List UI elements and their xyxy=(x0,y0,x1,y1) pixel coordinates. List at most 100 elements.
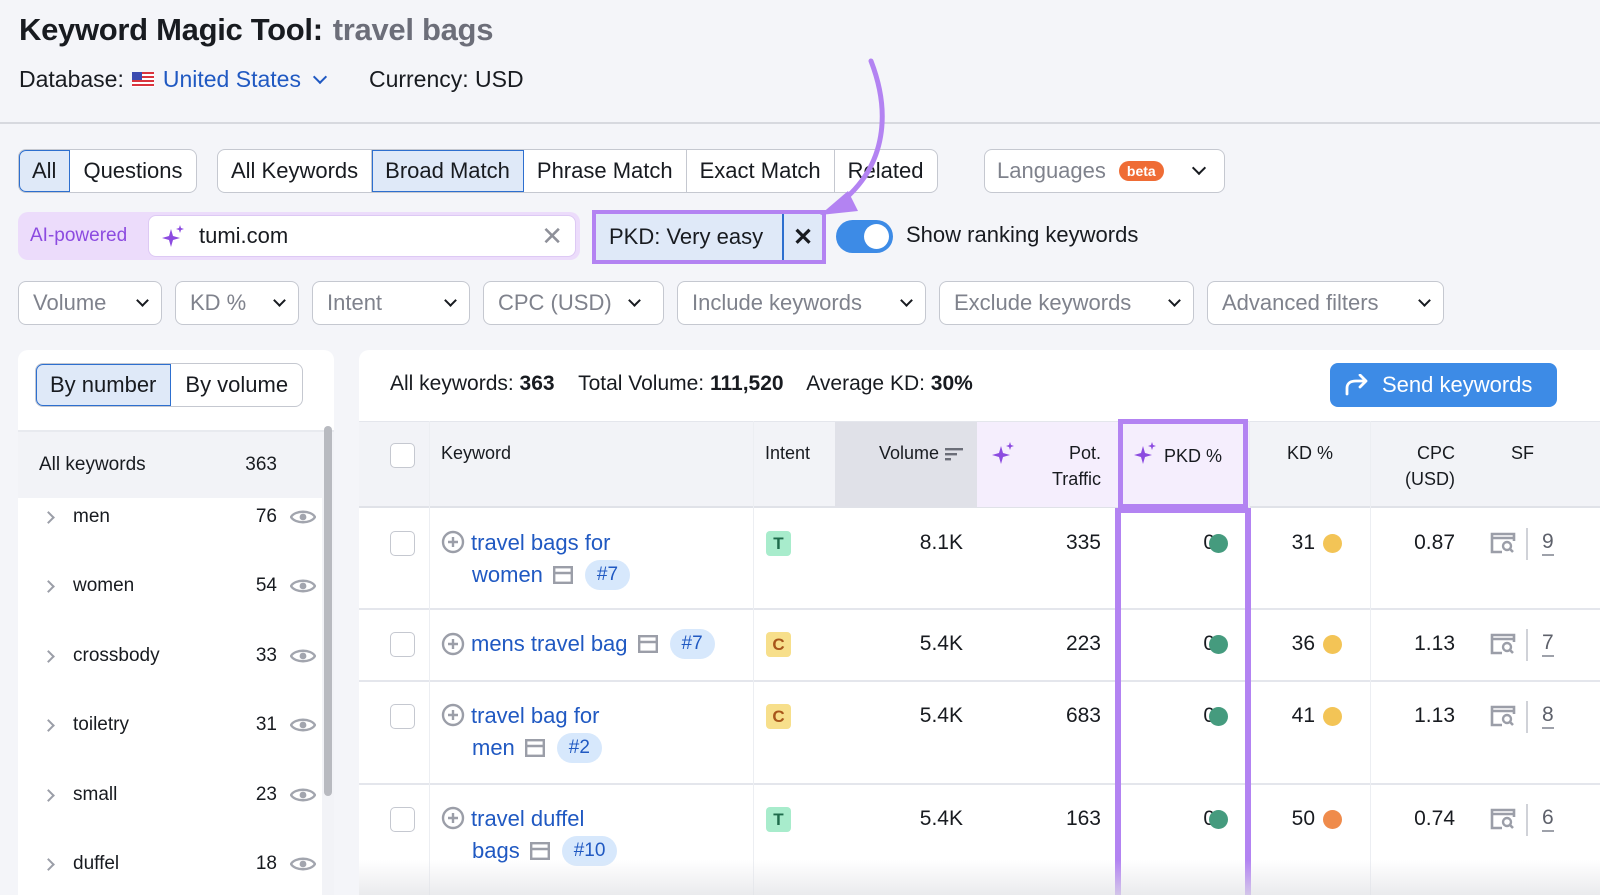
row-checkbox[interactable] xyxy=(390,704,415,729)
chevron-right-icon[interactable] xyxy=(42,510,55,524)
intent-badge: C xyxy=(766,632,791,657)
group-all-keywords[interactable]: All keywords 363 xyxy=(18,432,322,498)
show-ranking-label: Show ranking keywords xyxy=(906,222,1139,247)
add-circle-icon[interactable] xyxy=(441,632,465,656)
add-circle-icon[interactable] xyxy=(441,806,465,830)
group-name: women xyxy=(73,575,135,596)
filter-advanced[interactable]: Advanced filters xyxy=(1207,281,1444,325)
group-label: All keywords xyxy=(39,454,146,475)
tab-broad-match[interactable]: Broad Match xyxy=(372,150,524,192)
eye-icon[interactable] xyxy=(290,508,316,526)
chevron-right-icon[interactable] xyxy=(42,649,55,663)
by-volume-tab[interactable]: By volume xyxy=(171,364,302,406)
group-item[interactable]: small 23 xyxy=(18,775,322,815)
tab-all[interactable]: All xyxy=(19,150,71,192)
database-selector[interactable]: United States xyxy=(131,66,328,93)
sf-count[interactable]: 6 xyxy=(1542,806,1554,832)
col-kd[interactable]: KD % xyxy=(1249,422,1353,507)
chevron-down-icon xyxy=(900,293,913,307)
filter-include-keywords[interactable]: Include keywords xyxy=(677,281,926,325)
group-item[interactable]: toiletry 31 xyxy=(18,705,322,745)
intent-badge: T xyxy=(766,807,791,832)
filter-volume[interactable]: Volume xyxy=(18,281,162,325)
sf-count[interactable]: 9 xyxy=(1542,530,1554,556)
tab-all-keywords[interactable]: All Keywords xyxy=(218,150,373,192)
filter-intent[interactable]: Intent xyxy=(312,281,470,325)
send-keywords-button[interactable]: Send keywords xyxy=(1330,363,1557,407)
by-number-tab[interactable]: By number xyxy=(36,364,172,406)
scope-tabs: All Questions xyxy=(18,149,197,193)
domain-input[interactable]: tumi.com ✕ xyxy=(148,215,576,257)
summary-stats: All keywords: 363 Total Volume: 111,520 … xyxy=(390,372,973,396)
col-volume[interactable]: Volume xyxy=(835,422,977,507)
sf-count[interactable]: 8 xyxy=(1542,703,1554,729)
keyword-link[interactable]: travel bags for xyxy=(471,530,610,555)
keyword-link[interactable]: travel bag for xyxy=(471,703,599,728)
chevron-down-icon xyxy=(273,293,286,307)
chevron-right-icon[interactable] xyxy=(42,788,55,802)
tab-phrase-match[interactable]: Phrase Match xyxy=(524,150,687,192)
keyword-link[interactable]: men xyxy=(472,732,515,764)
col-intent[interactable]: Intent xyxy=(765,422,810,507)
keyword-link[interactable]: bags xyxy=(472,835,520,867)
group-item[interactable]: duffel 18 xyxy=(18,844,322,884)
group-name: duffel xyxy=(73,853,120,874)
sort-icon[interactable] xyxy=(945,447,963,461)
chevron-down-icon xyxy=(1168,293,1181,307)
group-count: 31 xyxy=(255,714,277,735)
languages-dropdown[interactable]: Languages beta xyxy=(984,149,1225,193)
serp-features-icon[interactable] xyxy=(1490,532,1516,554)
serp-icon[interactable] xyxy=(637,635,658,653)
pkd-filter-label[interactable]: PKD: Very easy xyxy=(596,214,784,260)
clear-icon[interactable]: ✕ xyxy=(541,223,563,249)
group-item[interactable]: men 76 xyxy=(18,497,322,537)
col-pot-traffic[interactable]: Pot. Traffic xyxy=(977,422,1115,507)
row-checkbox[interactable] xyxy=(390,632,415,657)
select-all-checkbox[interactable] xyxy=(390,443,415,468)
keyword-cell: travel bags for women #7 xyxy=(441,527,631,591)
keyword-link[interactable]: travel duffel xyxy=(471,806,584,831)
intent-badge: C xyxy=(766,704,791,729)
eye-icon[interactable] xyxy=(290,577,316,595)
currency-label: Currency: USD xyxy=(368,66,524,92)
filter-cpc[interactable]: CPC (USD) xyxy=(483,281,664,325)
all-keywords-value: 363 xyxy=(519,372,555,395)
groups-scrollbar-thumb[interactable] xyxy=(324,426,332,796)
send-keywords-label: Send keywords xyxy=(1382,372,1533,397)
chevron-right-icon[interactable] xyxy=(42,579,55,593)
row-checkbox[interactable] xyxy=(390,531,415,556)
col-cpc-line2: (USD) xyxy=(1405,469,1455,489)
chevron-right-icon[interactable] xyxy=(42,857,55,871)
filter-exclude-keywords[interactable]: Exclude keywords xyxy=(939,281,1194,325)
serp-features-icon[interactable] xyxy=(1490,705,1516,727)
serp-icon[interactable] xyxy=(552,566,573,584)
col-sf[interactable]: SF xyxy=(1511,422,1534,507)
chevron-down-icon xyxy=(136,293,149,307)
add-circle-icon[interactable] xyxy=(441,703,465,727)
average-kd-value: 30% xyxy=(930,372,973,395)
eye-icon[interactable] xyxy=(290,647,316,665)
kd-dot xyxy=(1323,635,1342,654)
group-item[interactable]: crossbody 33 xyxy=(18,636,322,676)
chevron-right-icon[interactable] xyxy=(42,718,55,732)
filter-label: Intent xyxy=(327,290,383,315)
add-circle-icon[interactable] xyxy=(441,530,465,554)
filter-kd[interactable]: KD % xyxy=(175,281,299,325)
sf-count[interactable]: 7 xyxy=(1542,631,1554,657)
group-name: small xyxy=(73,784,118,805)
col-keyword[interactable]: Keyword xyxy=(441,422,511,507)
eye-icon[interactable] xyxy=(290,855,316,873)
eye-icon[interactable] xyxy=(290,716,316,734)
serp-icon[interactable] xyxy=(524,739,545,757)
group-item[interactable]: women 54 xyxy=(18,566,322,606)
row-checkbox[interactable] xyxy=(390,807,415,832)
eye-icon[interactable] xyxy=(290,786,316,804)
database-row: Database: United States Currency: USD xyxy=(19,66,524,93)
serp-features-icon[interactable] xyxy=(1490,633,1516,655)
pot-traffic-value: 163 xyxy=(1065,807,1101,830)
keyword-link[interactable]: women xyxy=(472,559,543,591)
serp-icon[interactable] xyxy=(529,842,550,860)
keyword-link[interactable]: mens travel bag xyxy=(471,628,628,660)
tab-questions[interactable]: Questions xyxy=(70,150,195,192)
serp-features-icon[interactable] xyxy=(1490,808,1516,830)
